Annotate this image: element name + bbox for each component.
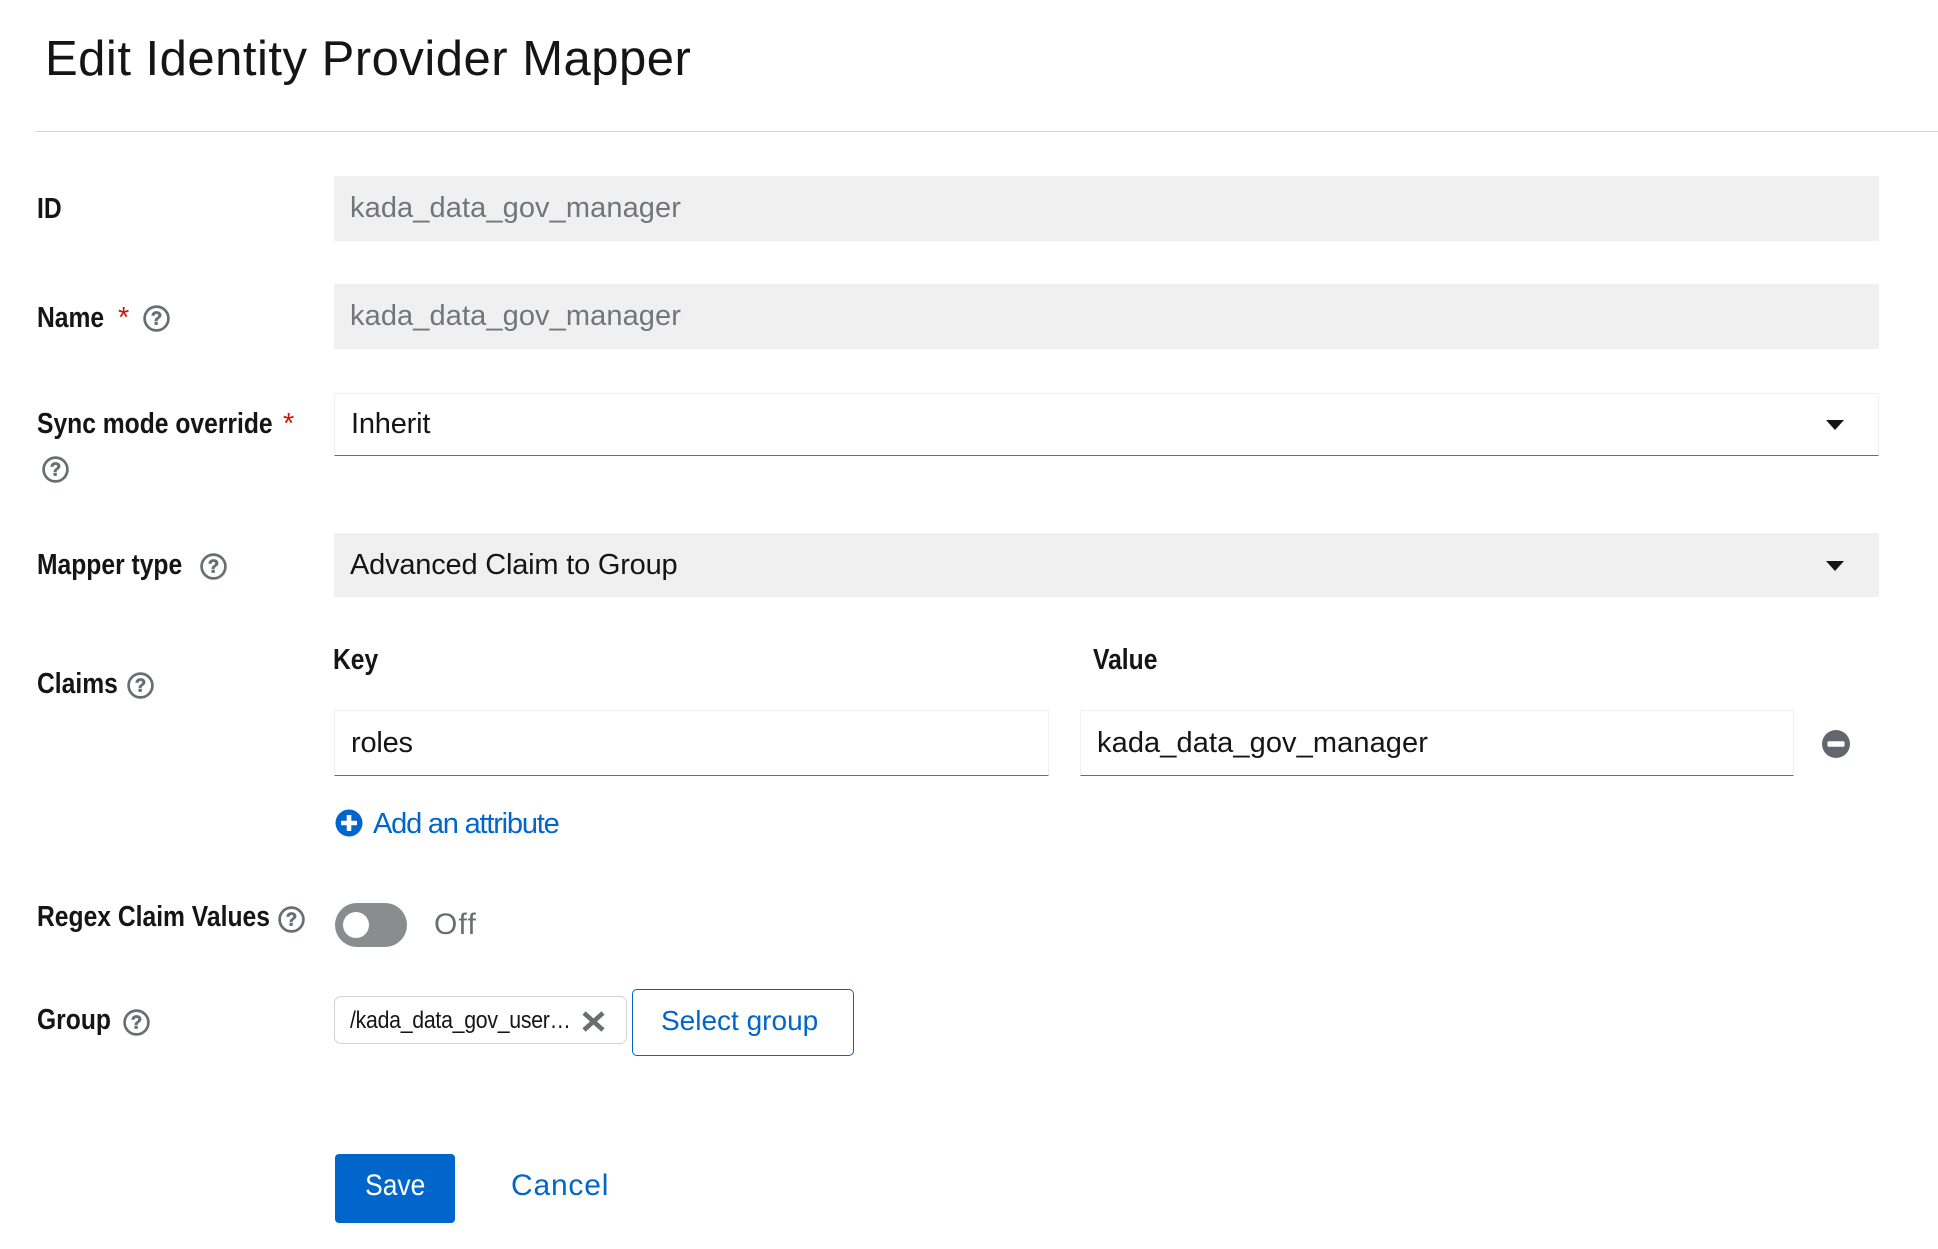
svg-text:?: ?: [208, 556, 219, 577]
svg-text:?: ?: [151, 308, 162, 329]
svg-text:?: ?: [131, 1012, 142, 1033]
svg-text:?: ?: [50, 459, 61, 480]
svg-text:?: ?: [135, 675, 146, 696]
svg-text:?: ?: [286, 909, 297, 930]
